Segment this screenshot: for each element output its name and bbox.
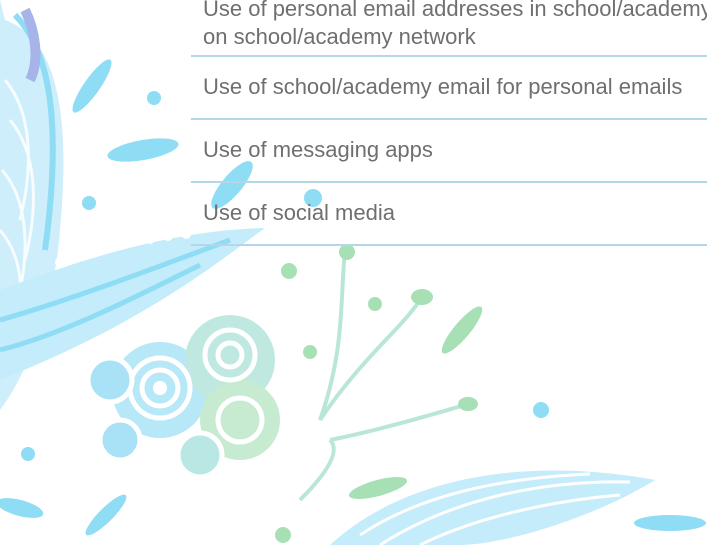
row-text: Use of social media [203, 200, 395, 225]
row-text-line: Use of personal email addresses in schoo… [203, 0, 707, 21]
row-text: Use of personal email addresses in schoo… [203, 0, 707, 51]
row-text-line: on school/academy network [203, 24, 476, 49]
table-row: Use of social media [191, 183, 707, 246]
leaf-shape [72, 59, 112, 113]
policy-table: Use of personal email addresses in schoo… [191, 0, 707, 246]
flower-cluster [85, 315, 280, 480]
table-row: Use of personal email addresses in schoo… [191, 0, 707, 57]
row-text: Use of messaging apps [203, 137, 433, 162]
table-row: Use of school/academy email for personal… [191, 57, 707, 120]
table-row: Use of messaging apps [191, 120, 707, 183]
row-text: Use of school/academy email for personal… [203, 74, 683, 99]
